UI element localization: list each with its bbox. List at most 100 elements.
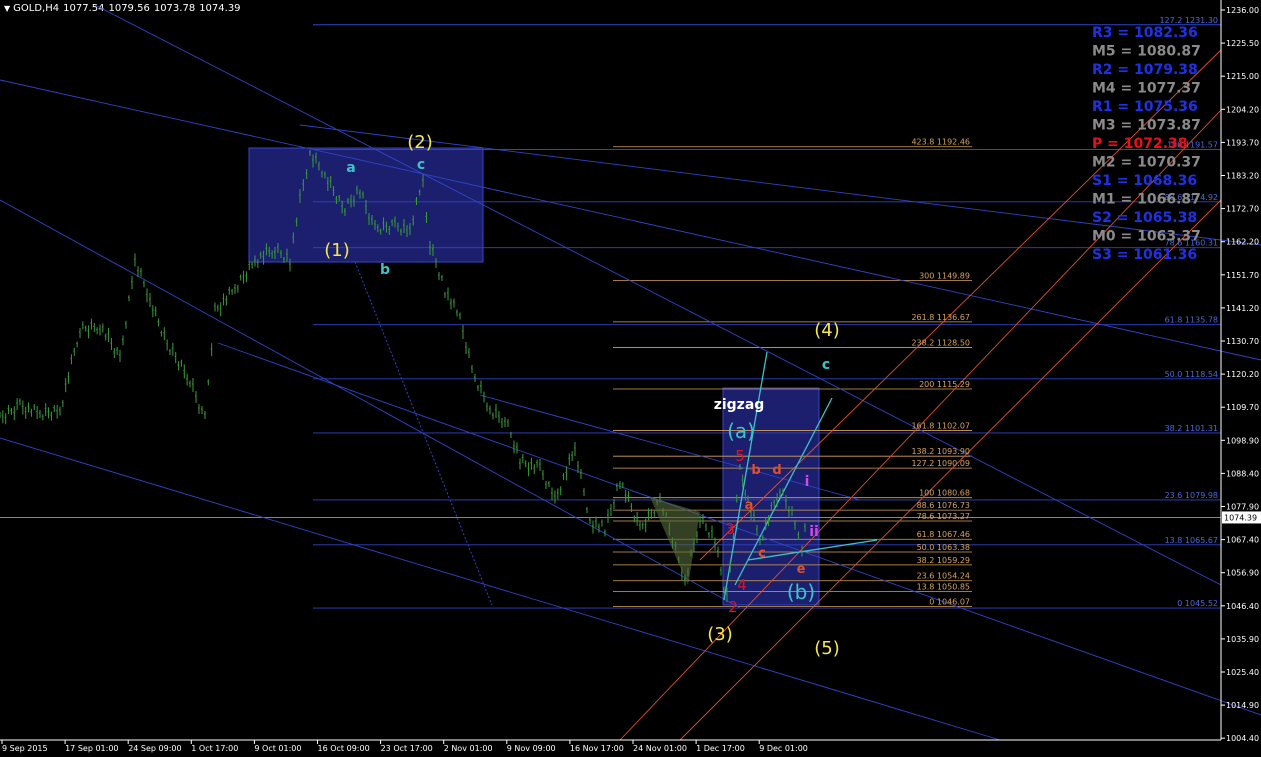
fib-ext-label: 50.0 1063.38 (917, 543, 970, 552)
fib-ext-label: 200 1115.29 (919, 380, 970, 389)
subwave-d: d (772, 463, 781, 478)
fib-level-label: 0 1045.52 (1177, 599, 1218, 608)
minor-wave-ii: ii (809, 524, 819, 540)
time-tick-label: 17 Sep 01:00 (65, 744, 118, 753)
wave-label-4: (4) (814, 320, 840, 341)
fib-ext-label: 61.8 1067.46 (917, 530, 970, 539)
price-chart[interactable]: 127.2 1231.30100 1191.5788.6 1174.9278.6… (0, 0, 1261, 757)
time-tick-label: 9 Dec 01:00 (759, 744, 808, 753)
price-tick-label: 1172.70 (1226, 205, 1259, 214)
fib-ext-label: 238.2 1128.50 (911, 339, 970, 348)
fib-ext-label: 300 1149.89 (919, 271, 970, 280)
price-tick-label: 1056.90 (1226, 569, 1259, 578)
price-tick-label: 1120.20 (1226, 370, 1259, 379)
fib-ext-label: 138.2 1093.90 (911, 447, 970, 456)
price-tick-label: 1046.40 (1226, 602, 1259, 611)
time-tick-label: 1 Oct 17:00 (191, 744, 238, 753)
time-tick-label: 16 Oct 09:00 (318, 744, 370, 753)
price-tick-label: 1151.70 (1226, 271, 1259, 280)
wave-label-2: (2) (407, 132, 433, 153)
wave-label-red-4: 4 (737, 576, 747, 594)
fib-ext-label: 78.6 1073.27 (917, 512, 970, 521)
fib-level-label: 50.0 1118.54 (1165, 370, 1218, 379)
wave-label-a: a (346, 160, 355, 176)
pivot-level: S3 = 1061.36 (1092, 247, 1197, 263)
pivot-level: M1 = 1066.87 (1092, 192, 1201, 208)
fib-level-label: 13.8 1065.67 (1165, 536, 1218, 545)
price-tick-label: 1004.40 (1226, 734, 1259, 743)
fib-ext-label: 423.8 1192.46 (911, 138, 970, 147)
zigzag-label: zigzag (714, 397, 765, 413)
pivot-level: P = 1072.38 (1092, 136, 1188, 152)
wave-label-1: (1) (324, 240, 350, 261)
fib-ext-label: 13.8 1050.85 (917, 582, 970, 591)
wave-label-3: (3) (707, 624, 733, 645)
subwave-a: a (745, 498, 754, 513)
price-tick-label: 1098.90 (1226, 436, 1259, 445)
fib-ext-label: 261.8 1136.67 (911, 313, 970, 322)
price-tick-label: 1225.50 (1226, 39, 1259, 48)
time-tick-label: 1 Dec 17:00 (696, 744, 745, 753)
pivot-level: R3 = 1082.36 (1092, 25, 1198, 41)
fib-ext-label: 127.2 1090.09 (911, 459, 970, 468)
fib-ext-label: 38.2 1059.29 (917, 556, 970, 565)
wave-label-c-right: c (822, 357, 830, 373)
time-tick-label: 9 Oct 01:00 (254, 744, 301, 753)
subwave-c: c (758, 546, 766, 561)
wave-label-red-2: 2 (728, 598, 738, 616)
subwave-b: b (751, 463, 760, 478)
wave-label-red-5: 5 (735, 447, 745, 465)
pivot-level: R1 = 1075.36 (1092, 99, 1198, 115)
trend-line (0, 437, 1001, 741)
time-tick-label: 9 Sep 2015 (2, 744, 48, 753)
price-tick-label: 1014.90 (1226, 701, 1259, 710)
trend-line (0, 79, 1261, 361)
price-tick-label: 1067.40 (1226, 536, 1259, 545)
price-tick-label: 1183.20 (1226, 172, 1259, 181)
pivot-level: M5 = 1080.87 (1092, 44, 1201, 60)
minor-wave-i: i (805, 474, 810, 490)
wave-label-c: c (417, 157, 425, 173)
wave-label-5: (5) (814, 638, 840, 659)
fib-ext-label: 88.6 1076.73 (917, 501, 970, 510)
pivot-level: S2 = 1065.38 (1092, 210, 1197, 226)
price-tick-label: 1025.40 (1226, 668, 1259, 677)
price-tick-label: 1162.20 (1226, 238, 1259, 247)
price-tick-label: 1088.40 (1226, 469, 1259, 478)
price-tick-label: 1130.70 (1226, 337, 1259, 346)
fib-ext-label: 161.8 1102.07 (911, 422, 970, 431)
time-tick-label: 24 Nov 01:00 (633, 744, 687, 753)
pivot-level: M3 = 1073.87 (1092, 118, 1201, 134)
price-tick-label: 1215.00 (1226, 72, 1259, 81)
wave-label-b-paren: (b) (787, 580, 815, 604)
subwave-e: e (797, 562, 806, 577)
price-tick-label: 1236.00 (1226, 6, 1259, 15)
time-tick-label: 16 Nov 17:00 (570, 744, 624, 753)
current-price-tag-label: 1074.39 (1224, 513, 1257, 522)
time-tick-label: 23 Oct 17:00 (381, 744, 433, 753)
fib-ext-label: 100 1080.68 (919, 489, 970, 498)
time-tick-label: 24 Sep 09:00 (128, 744, 181, 753)
fib-ext-label: 23.6 1054.24 (917, 572, 970, 581)
price-tick-label: 1035.90 (1226, 635, 1259, 644)
fib-level-label: 61.8 1135.78 (1165, 316, 1218, 325)
fib-level-label: 38.2 1101.31 (1165, 424, 1218, 433)
price-tick-label: 1141.20 (1226, 304, 1259, 313)
fib-level-label: 23.6 1079.98 (1165, 491, 1218, 500)
wave-label-red-3: 3 (725, 520, 735, 538)
wave-label-b: b (380, 262, 390, 278)
pivot-level: M0 = 1063.37 (1092, 229, 1201, 245)
price-tick-label: 1204.20 (1226, 105, 1259, 114)
price-tick-label: 1109.70 (1226, 403, 1259, 412)
price-tick-label: 1193.70 (1226, 138, 1259, 147)
time-tick-label: 2 Nov 01:00 (444, 744, 493, 753)
pivot-level: M2 = 1070.37 (1092, 155, 1201, 171)
fib-level-label: 127.2 1231.30 (1159, 16, 1218, 25)
fib-ext-label: 0 1046.07 (929, 597, 970, 606)
time-tick-label: 9 Nov 09:00 (507, 744, 556, 753)
price-tick-label: 1077.90 (1226, 503, 1259, 512)
pivot-level: S1 = 1068.36 (1092, 173, 1197, 189)
pivot-level: M4 = 1077.37 (1092, 81, 1201, 97)
pivot-level: R2 = 1079.38 (1092, 62, 1198, 78)
wave-label-a-paren: (a) (727, 419, 755, 443)
